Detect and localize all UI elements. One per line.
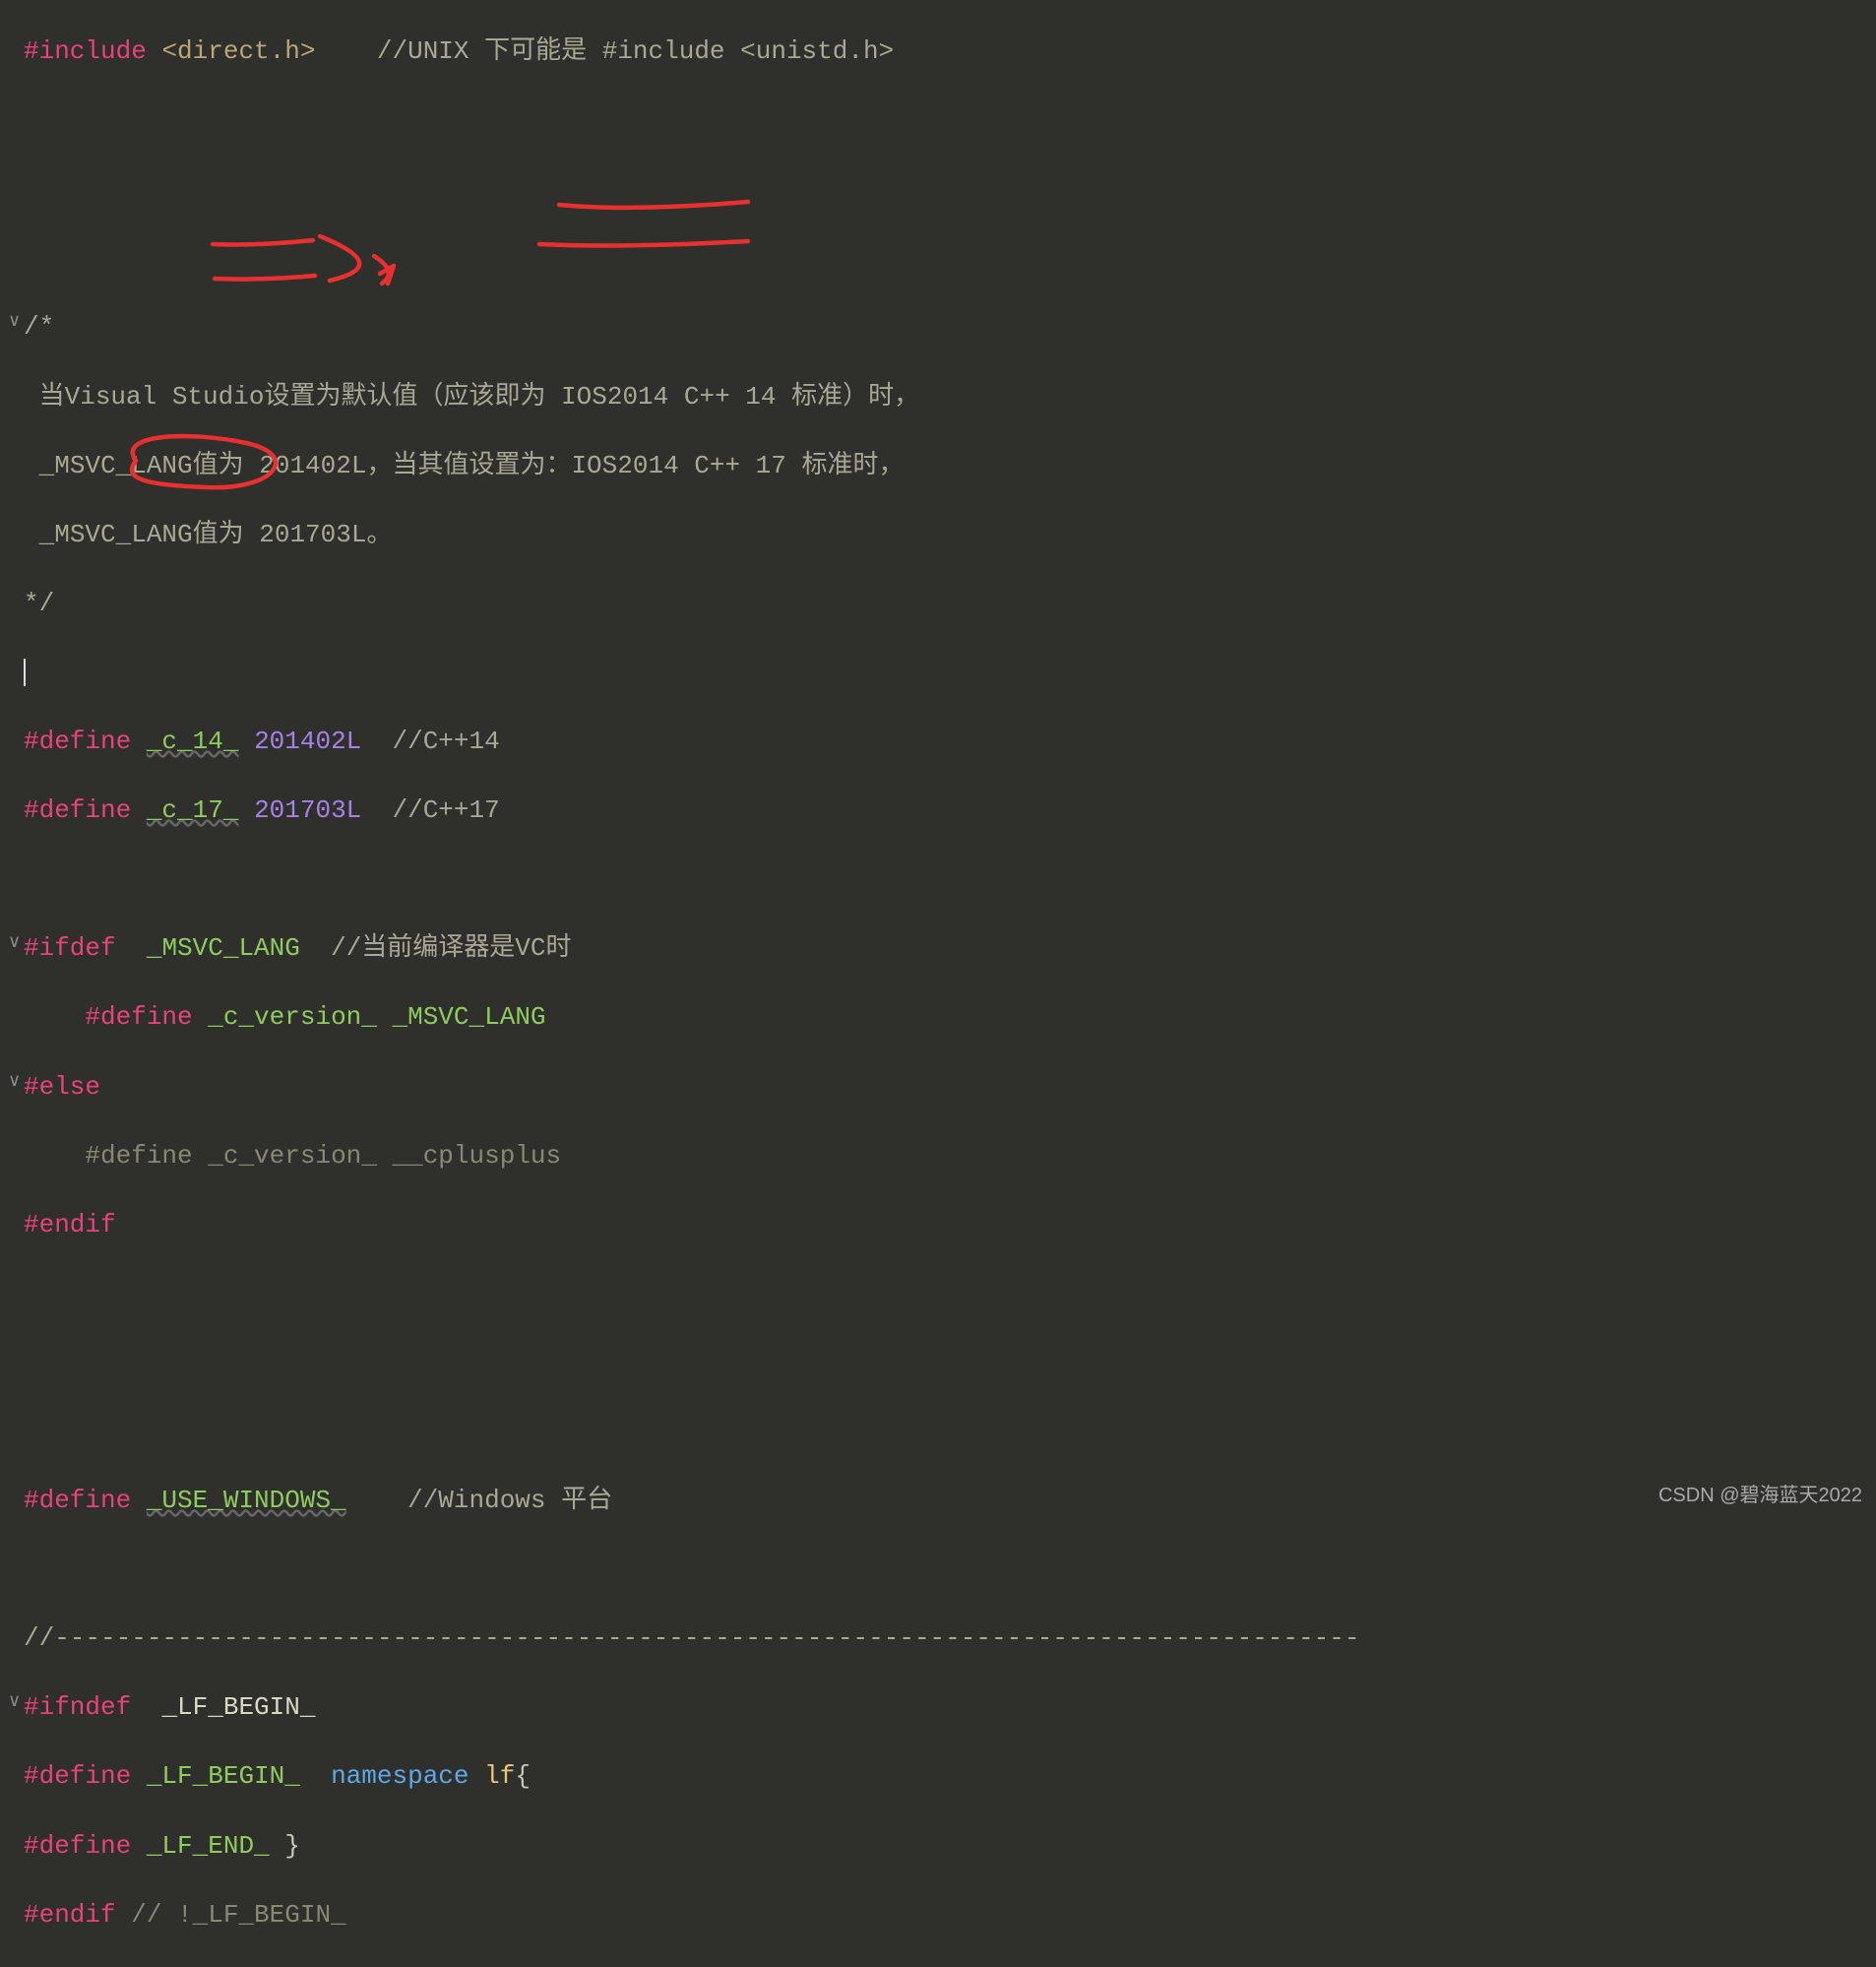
code-line[interactable]: _MSVC_LANG值为 201402L，当其值设置为：IOS2014 C++ … bbox=[8, 449, 1876, 483]
fold-marker-icon[interactable]: ∨ bbox=[8, 1070, 21, 1094]
preprocessor-directive: #define bbox=[24, 1486, 131, 1515]
code-line-empty[interactable] bbox=[8, 241, 1876, 276]
keyword: namespace bbox=[331, 1761, 469, 1791]
code-line-empty[interactable] bbox=[8, 1553, 1876, 1587]
code-line[interactable]: 当Visual Studio设置为默认值（应该即为 IOS2014 C++ 14… bbox=[8, 380, 1876, 414]
comment-text: 当Visual Studio设置为默认值（应该即为 IOS2014 C++ 14… bbox=[39, 382, 919, 412]
preprocessor-directive: #endif bbox=[24, 1210, 116, 1239]
comment: //C++17 bbox=[393, 795, 500, 825]
comment: //UNIX 下可能是 #include <unistd.h> bbox=[377, 36, 894, 66]
macro-name: _MSVC_LANG bbox=[147, 933, 300, 963]
macro-name: _c_14_ bbox=[147, 727, 239, 756]
brace: { bbox=[515, 1761, 531, 1791]
code-line[interactable]: _MSVC_LANG值为 201703L。 bbox=[8, 518, 1876, 552]
macro-name: _LF_BEGIN_ bbox=[161, 1692, 315, 1722]
code-line[interactable]: #define _LF_END_ } bbox=[8, 1829, 1876, 1864]
fold-marker-icon[interactable]: ∨ bbox=[8, 310, 21, 334]
macro-name: _c_17_ bbox=[147, 795, 239, 825]
code-line[interactable]: #define _LF_BEGIN_ namespace lf{ bbox=[8, 1759, 1876, 1794]
macro-name: _LF_BEGIN_ bbox=[147, 1761, 300, 1791]
preprocessor-directive: #endif bbox=[24, 1900, 116, 1930]
code-line[interactable]: #endif // !_LF_BEGIN_ bbox=[8, 1898, 1876, 1933]
inactive-macro-value: __cplusplus bbox=[393, 1141, 562, 1171]
comment: // !_LF_BEGIN_ bbox=[131, 1900, 345, 1930]
comment-text: _MSVC_LANG值为 201402L，当其值设置为：IOS2014 C++ … bbox=[39, 451, 905, 480]
macro-value: _MSVC_LANG bbox=[393, 1002, 546, 1032]
comment: //C++14 bbox=[393, 727, 500, 756]
code-line-empty[interactable] bbox=[8, 1346, 1876, 1380]
macro-name: _USE_WINDOWS_ bbox=[147, 1486, 346, 1515]
code-line-empty[interactable] bbox=[8, 1277, 1876, 1311]
code-line[interactable] bbox=[8, 656, 1876, 690]
code-editor[interactable]: #include <direct.h> //UNIX 下可能是 #include… bbox=[8, 0, 1876, 1967]
comment-block-end: */ bbox=[24, 589, 54, 618]
code-line[interactable]: #define _c_14_ 201402L //C++14 bbox=[8, 725, 1876, 759]
literal-number: 201402L bbox=[254, 727, 361, 756]
comment-text: _MSVC_LANG值为 201703L。 bbox=[39, 520, 393, 549]
code-line[interactable]: #define _USE_WINDOWS_ //Windows 平台 bbox=[8, 1484, 1876, 1518]
code-line[interactable]: ∨#ifndef _LF_BEGIN_ bbox=[8, 1690, 1876, 1725]
text-cursor bbox=[24, 659, 26, 686]
header-file: <direct.h> bbox=[161, 36, 315, 66]
preprocessor-directive: #define bbox=[24, 795, 131, 825]
code-line[interactable]: #define _c_version_ __cplusplus bbox=[8, 1139, 1876, 1174]
preprocessor-directive: #define bbox=[24, 1831, 131, 1861]
comment: //当前编译器是VC时 bbox=[331, 933, 571, 963]
code-line-empty[interactable] bbox=[8, 172, 1876, 207]
preprocessor-directive: #ifndef bbox=[24, 1692, 131, 1722]
code-line[interactable]: ∨#ifdef _MSVC_LANG //当前编译器是VC时 bbox=[8, 931, 1876, 966]
preprocessor-directive: #include bbox=[24, 36, 147, 66]
literal-number: 201703L bbox=[254, 795, 361, 825]
comment-block-start: /* bbox=[24, 312, 54, 342]
preprocessor-directive: #define bbox=[24, 727, 131, 756]
inactive-preprocessor: #define bbox=[85, 1141, 192, 1171]
code-line[interactable]: #define _c_17_ 201703L //C++17 bbox=[8, 793, 1876, 828]
code-line[interactable]: ∨/* bbox=[8, 310, 1876, 345]
code-line[interactable]: */ bbox=[8, 587, 1876, 621]
inactive-macro-name: _c_version_ bbox=[208, 1141, 377, 1171]
comment: //Windows 平台 bbox=[407, 1486, 612, 1515]
code-line[interactable]: #define _c_version_ _MSVC_LANG bbox=[8, 1000, 1876, 1035]
brace: } bbox=[284, 1831, 300, 1861]
code-line-empty[interactable] bbox=[8, 862, 1876, 897]
code-line[interactable]: #endif bbox=[8, 1208, 1876, 1242]
preprocessor-directive: #ifdef bbox=[24, 933, 116, 963]
preprocessor-directive: #define bbox=[24, 1761, 131, 1791]
code-line[interactable]: ∨#else bbox=[8, 1070, 1876, 1105]
code-line[interactable]: //--------------------------------------… bbox=[8, 1621, 1876, 1656]
preprocessor-directive: #define bbox=[85, 1002, 192, 1032]
code-line-empty[interactable] bbox=[8, 1415, 1876, 1449]
code-line-empty[interactable] bbox=[8, 103, 1876, 138]
fold-marker-icon[interactable]: ∨ bbox=[8, 1690, 21, 1714]
watermark-text: CSDN @碧海蓝天2022 bbox=[1658, 1483, 1862, 1509]
identifier: lf bbox=[484, 1761, 515, 1791]
macro-name: _LF_END_ bbox=[147, 1831, 270, 1861]
comment-divider: //--------------------------------------… bbox=[24, 1623, 1359, 1653]
preprocessor-directive: #else bbox=[24, 1072, 100, 1102]
fold-marker-icon[interactable]: ∨ bbox=[8, 931, 21, 955]
macro-name: _c_version_ bbox=[208, 1002, 377, 1032]
code-line[interactable]: #include <direct.h> //UNIX 下可能是 #include… bbox=[8, 34, 1876, 69]
